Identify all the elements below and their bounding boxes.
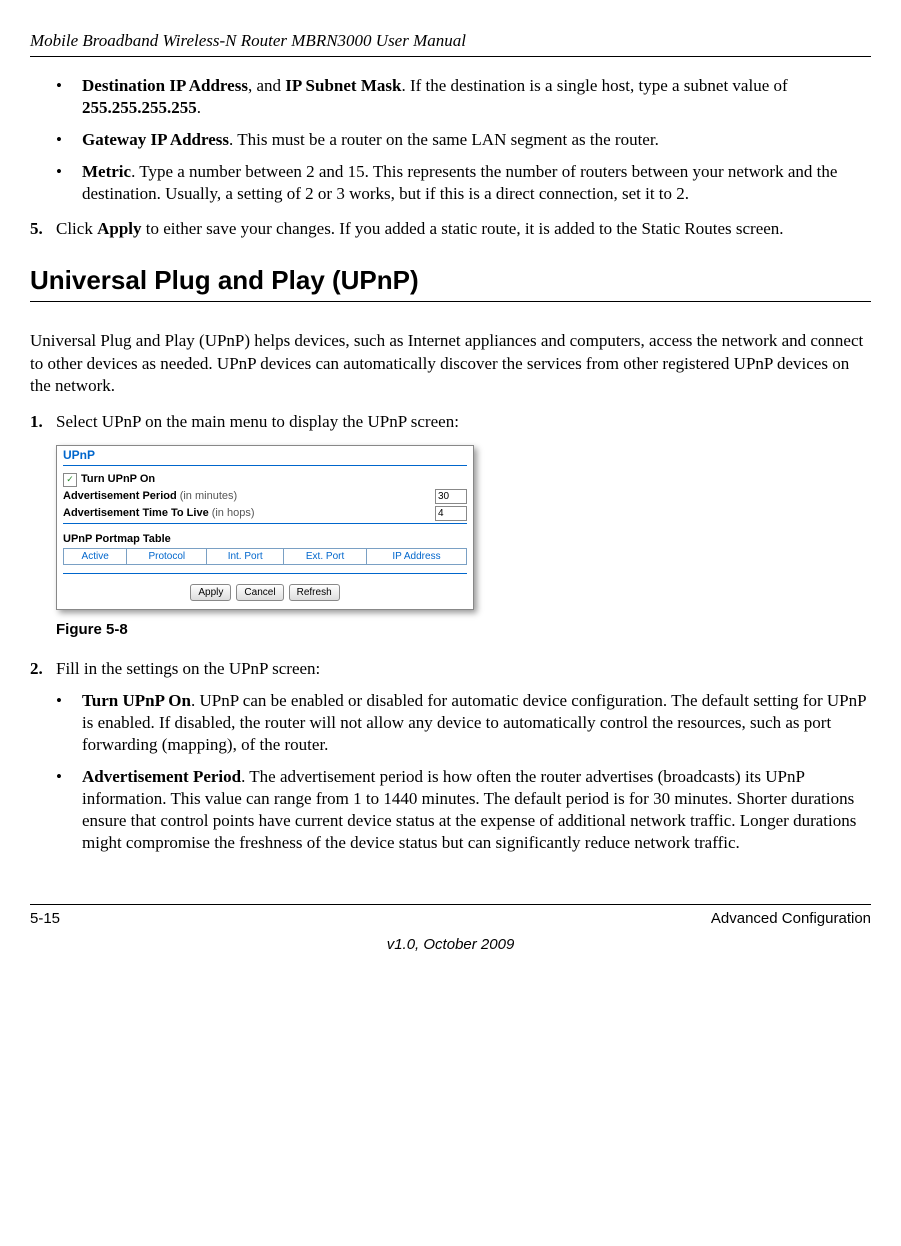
bullet-item: • Turn UPnP On. UPnP can be enabled or d…	[56, 690, 871, 756]
turn-upnp-on-row: ✓ Turn UPnP On	[63, 472, 467, 486]
section-intro: Universal Plug and Play (UPnP) helps dev…	[30, 330, 871, 396]
adv-ttl-label-units: (in hops)	[212, 506, 255, 520]
col-ext-port: Ext. Port	[284, 549, 367, 565]
document-header-title: Mobile Broadband Wireless-N Router MBRN3…	[30, 30, 871, 52]
top-bullet-list: • Destination IP Address, and IP Subnet …	[30, 75, 871, 205]
portmap-table: Active Protocol Int. Port Ext. Port IP A…	[63, 548, 467, 565]
bullet-content: Gateway IP Address. This must be a route…	[82, 129, 871, 151]
figure-5-8-wrap: UPnP ✓ Turn UPnP On Advertisement Period…	[56, 445, 474, 610]
panel-rule	[63, 465, 467, 466]
step-number: 5.	[30, 218, 56, 240]
turn-upnp-on-label: Turn UPnP On	[81, 472, 155, 486]
header-rule	[30, 56, 871, 57]
adv-ttl-label-bold: Advertisement Time To Live	[63, 506, 209, 520]
bullet-item: • Advertisement Period. The advertisemen…	[56, 766, 871, 854]
bullet-content: Turn UPnP On. UPnP can be enabled or dis…	[82, 690, 871, 756]
figure-caption: Figure 5-8	[56, 620, 871, 640]
step-2: 2. Fill in the settings on the UPnP scre…	[30, 658, 871, 865]
bullet-item: • Gateway IP Address. This must be a rou…	[30, 129, 871, 151]
step-5: 5. Click Apply to either save your chang…	[30, 218, 871, 240]
portmap-table-label: UPnP Portmap Table	[63, 532, 467, 546]
apply-button[interactable]: Apply	[190, 584, 231, 601]
adv-period-input[interactable]	[435, 489, 467, 504]
footer-page-number: 5-15	[30, 909, 60, 929]
col-int-port: Int. Port	[207, 549, 284, 565]
adv-period-label-bold: Advertisement Period	[63, 489, 177, 503]
footer-rule	[30, 904, 871, 905]
bullet-content: Destination IP Address, and IP Subnet Ma…	[82, 75, 871, 119]
footer-section-name: Advanced Configuration	[711, 909, 871, 929]
footer-version: v1.0, October 2009	[30, 935, 871, 955]
step-2-text: Fill in the settings on the UPnP screen:	[56, 659, 320, 678]
step-number: 1.	[30, 411, 56, 433]
adv-ttl-input[interactable]	[435, 506, 467, 521]
bullet-item: • Metric. Type a number between 2 and 15…	[30, 161, 871, 205]
adv-period-label-units: (in minutes)	[180, 489, 237, 503]
section-rule	[30, 301, 871, 302]
upnp-panel: UPnP ✓ Turn UPnP On Advertisement Period…	[56, 445, 474, 610]
refresh-button[interactable]: Refresh	[289, 584, 340, 601]
cancel-button[interactable]: Cancel	[236, 584, 283, 601]
step-content: Fill in the settings on the UPnP screen:…	[56, 658, 871, 865]
adv-ttl-row: Advertisement Time To Live (in hops)	[63, 506, 467, 521]
bullet-marker: •	[56, 766, 82, 854]
col-active: Active	[64, 549, 127, 565]
col-ip-address: IP Address	[366, 549, 466, 565]
bullet-marker: •	[56, 690, 82, 756]
step-number: 2.	[30, 658, 56, 865]
bullet-content: Metric. Type a number between 2 and 15. …	[82, 161, 871, 205]
bullet-marker: •	[30, 161, 82, 205]
page-footer: 5-15 Advanced Configuration	[30, 909, 871, 929]
step-content: Select UPnP on the main menu to display …	[56, 411, 871, 433]
bullet-content: Advertisement Period. The advertisement …	[82, 766, 871, 854]
bullet-marker: •	[30, 129, 82, 151]
panel-button-row: Apply Cancel Refresh	[63, 584, 467, 601]
col-protocol: Protocol	[127, 549, 207, 565]
upnp-panel-title: UPnP	[63, 448, 467, 464]
section-heading-upnp: Universal Plug and Play (UPnP)	[30, 264, 871, 298]
panel-rule	[63, 573, 467, 574]
bullet-marker: •	[30, 75, 82, 119]
step-2-sub-bullets: • Turn UPnP On. UPnP can be enabled or d…	[56, 690, 871, 855]
panel-rule	[63, 523, 467, 524]
adv-period-row: Advertisement Period (in minutes)	[63, 489, 467, 504]
step-content: Click Apply to either save your changes.…	[56, 218, 871, 240]
step-1: 1. Select UPnP on the main menu to displ…	[30, 411, 871, 433]
bullet-item: • Destination IP Address, and IP Subnet …	[30, 75, 871, 119]
turn-upnp-on-checkbox[interactable]: ✓	[63, 473, 77, 487]
